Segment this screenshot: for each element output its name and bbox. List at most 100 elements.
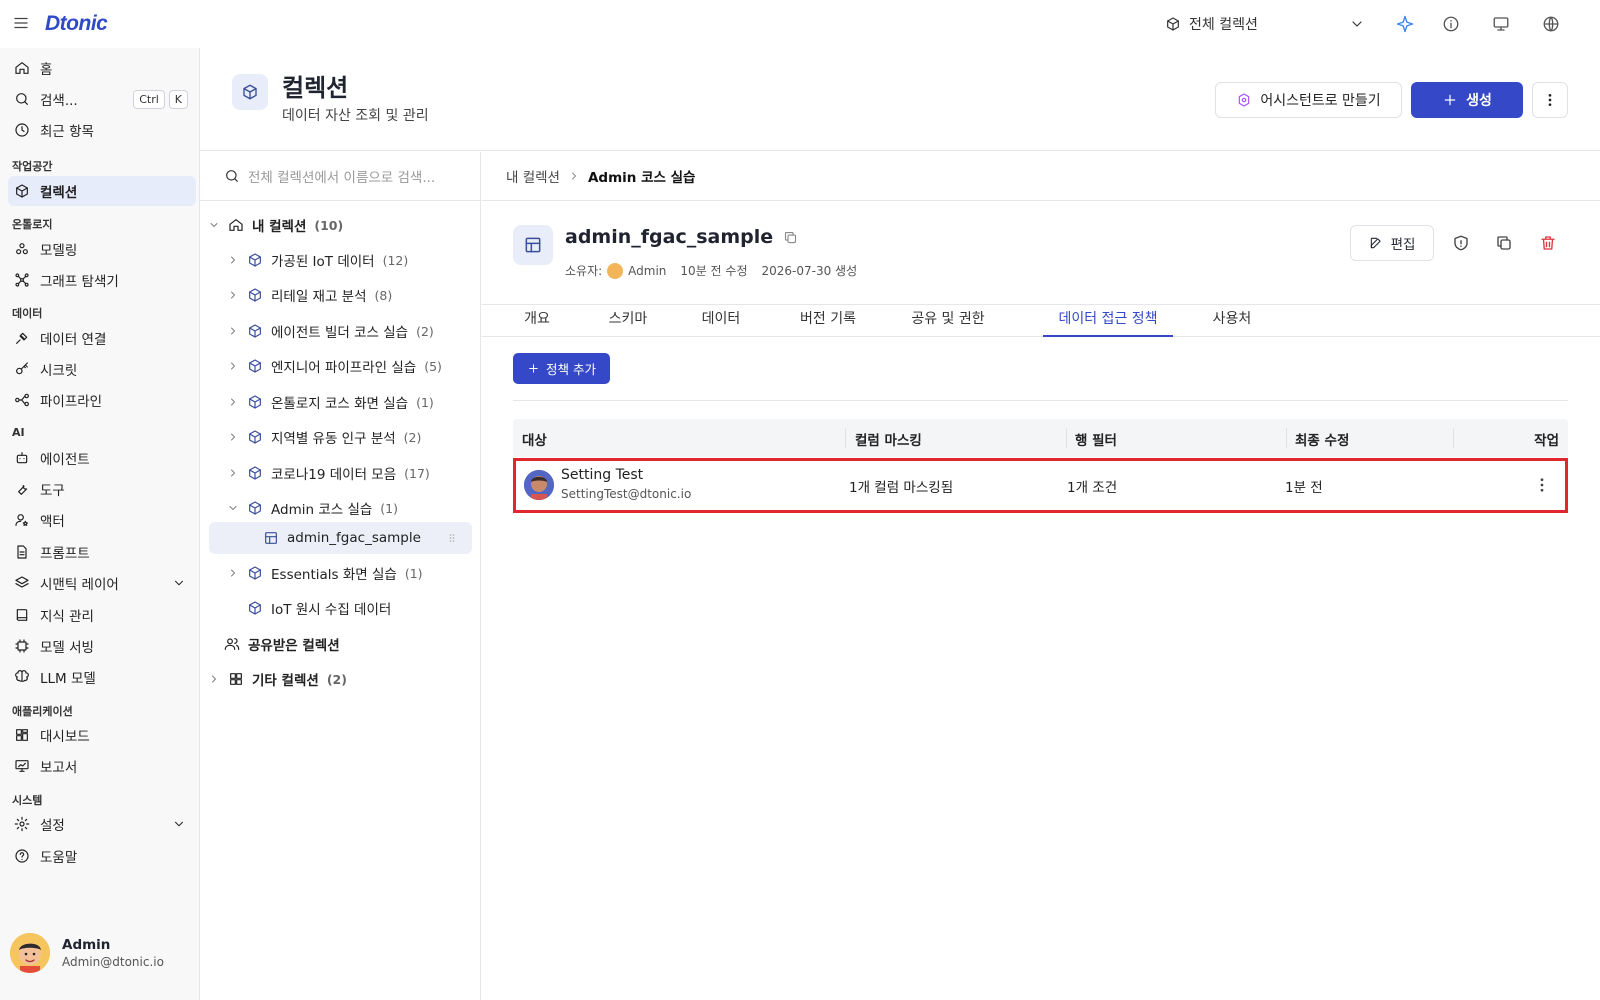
tab-data-access-policy[interactable]: 데이터 접근 정책 — [1043, 305, 1173, 337]
nav-label: 지식 관리 — [40, 609, 94, 625]
tree-item[interactable]: 리테일 재고 분석 (8) — [227, 279, 392, 311]
cube-icon — [247, 252, 263, 268]
nav-label: 설정 — [40, 818, 65, 834]
section-title: 시스템 — [12, 794, 43, 807]
nav-graph-explorer[interactable]: 그래프 탐색기 — [8, 265, 196, 295]
nav-semantic-layer[interactable]: 시맨틱 레이어 — [8, 568, 196, 598]
tree-item[interactable]: 가공된 IoT 데이터 (12) — [227, 244, 408, 276]
tree-item[interactable]: 에이전트 빌더 코스 실습 (2) — [227, 315, 434, 347]
shield-icon[interactable] — [1452, 234, 1470, 252]
nav-collections[interactable]: 컬렉션 — [8, 176, 196, 206]
nav-label: 파이프라인 — [40, 394, 103, 410]
tree-item[interactable]: Essentials 화면 실습 (1) — [227, 557, 423, 589]
collection-icon — [232, 74, 268, 110]
nav-search[interactable]: 검색... Ctrl K — [8, 84, 196, 114]
info-icon[interactable] — [1442, 15, 1460, 33]
more-options-button[interactable] — [1532, 82, 1568, 118]
tree-item[interactable]: 엔지니어 파이프라인 실습 (5) — [227, 350, 442, 382]
tree-count: (2) — [403, 429, 422, 445]
nav-settings[interactable]: 설정 — [8, 809, 196, 839]
nav-label: 도구 — [40, 483, 65, 499]
tab-version-history[interactable]: 버전 기록 — [787, 305, 869, 337]
ai-sparkle-icon[interactable] — [1396, 15, 1414, 33]
tab-sharing-permissions[interactable]: 공유 및 권한 — [898, 305, 998, 337]
chip-icon — [14, 638, 30, 654]
tree-root-my-collections[interactable]: 내 컬렉션 (10) — [208, 209, 343, 241]
nav-dashboard[interactable]: 대시보드 — [8, 720, 196, 750]
hamburger-menu-icon[interactable] — [12, 14, 30, 32]
monitor-icon[interactable] — [1492, 15, 1510, 33]
tree-label: 엔지니어 파이프라인 실습 — [271, 360, 417, 376]
nav-data-connection[interactable]: 데이터 연결 — [8, 323, 196, 353]
section-title: 데이터 — [12, 307, 43, 320]
add-policy-button[interactable]: 정책 추가 — [513, 353, 610, 384]
user-profile[interactable]: Admin Admin@dtonic.io — [10, 928, 190, 978]
create-with-assistant-button[interactable]: 어시스턴트로 만들기 — [1215, 82, 1402, 118]
collection-scope-select[interactable]: 전체 컬렉션 — [1165, 13, 1365, 35]
nav-label: 프롬프트 — [40, 546, 90, 562]
tree-label: 기타 컬렉션 — [252, 673, 319, 689]
column-divider — [845, 428, 846, 448]
create-button[interactable]: 생성 — [1411, 82, 1523, 118]
copy-name-icon[interactable] — [783, 230, 798, 245]
pipeline-icon — [14, 392, 30, 408]
nav-tools[interactable]: 도구 — [8, 474, 196, 504]
nav-help[interactable]: 도움말 — [8, 841, 196, 871]
tree-other-collections[interactable]: 기타 컬렉션 (2) — [208, 663, 347, 695]
tree-item[interactable]: 온톨로지 코스 화면 실습 (1) — [227, 386, 434, 418]
nav-pipeline[interactable]: 파이프라인 — [8, 385, 196, 415]
table-row[interactable]: Setting Test SettingTest@dtonic.io 1개 컬럼… — [513, 458, 1568, 513]
column-header[interactable]: 대상 — [522, 429, 547, 449]
app-logo[interactable]: Dtonic — [45, 12, 108, 36]
column-header[interactable]: 컬럼 마스킹 — [855, 429, 922, 449]
duplicate-icon[interactable] — [1495, 234, 1513, 252]
tree-item[interactable]: IoT 원시 수집 데이터 — [247, 592, 391, 624]
tab-data[interactable]: 데이터 — [690, 305, 752, 337]
cube-icon — [247, 394, 263, 410]
tab-schema[interactable]: 스키마 — [597, 305, 659, 337]
tree-item[interactable]: Admin 코스 실습 (1) — [227, 492, 398, 524]
tree-item-dataset[interactable]: admin_fgac_sample — [263, 522, 421, 554]
divider — [513, 400, 1568, 401]
globe-icon[interactable] — [1542, 15, 1560, 33]
cube-icon — [247, 323, 263, 339]
edit-button[interactable]: 편집 — [1350, 225, 1434, 261]
main-content: 내 컬렉션 Admin 코스 실습 admin_fgac_sample 소유자:… — [482, 152, 1600, 1000]
nav-prompts[interactable]: 프롬프트 — [8, 537, 196, 567]
chevron-right-icon — [227, 325, 239, 337]
tree-shared-collections[interactable]: 공유받은 컬렉션 — [224, 628, 340, 660]
cube-icon — [247, 465, 263, 481]
column-header[interactable]: 행 필터 — [1075, 429, 1117, 449]
nav-reports[interactable]: 보고서 — [8, 751, 196, 781]
owner-label: 소유자: — [565, 264, 603, 278]
avatar — [524, 470, 554, 500]
nav-actors[interactable]: 액터 — [8, 505, 196, 535]
breadcrumb-link[interactable]: 내 컬렉션 — [506, 166, 560, 186]
cube-icon — [247, 358, 263, 374]
tree-search-input[interactable]: 전체 컬렉션에서 이름으로 검색... — [200, 152, 480, 201]
chevron-down-icon — [227, 502, 239, 514]
tree-count: (1) — [416, 394, 434, 410]
nav-modeling[interactable]: 모델링 — [8, 234, 196, 264]
tree-item[interactable]: 지역별 유동 인구 분석 (2) — [227, 421, 421, 453]
nav-home[interactable]: 홈 — [8, 53, 196, 83]
nav-recent[interactable]: 최근 항목 — [8, 115, 196, 145]
drag-handle-icon[interactable] — [446, 532, 458, 544]
column-header[interactable]: 최종 수정 — [1295, 429, 1349, 449]
search-icon — [14, 91, 30, 107]
nav-knowledge[interactable]: 지식 관리 — [8, 600, 196, 630]
nav-model-serving[interactable]: 모델 서빙 — [8, 631, 196, 661]
nav-agents[interactable]: 에이전트 — [8, 443, 196, 473]
tab-usage[interactable]: 사용처 — [1200, 305, 1264, 337]
tree-item[interactable]: 코로나19 데이터 모음 (17) — [227, 457, 430, 489]
tab-overview[interactable]: 개요 — [506, 305, 568, 337]
nav-llm-models[interactable]: LLM 모델 — [8, 662, 196, 692]
more-vertical-icon[interactable] — [1533, 476, 1551, 494]
nav-secrets[interactable]: 시크릿 — [8, 354, 196, 384]
document-icon — [14, 544, 30, 560]
trash-icon[interactable] — [1539, 234, 1557, 252]
table-icon — [263, 530, 279, 546]
top-bar: Dtonic 전체 컬렉션 — [0, 0, 1600, 48]
nav-label: 모델링 — [40, 243, 78, 259]
tree-label: 온톨로지 코스 화면 실습 — [271, 396, 409, 412]
